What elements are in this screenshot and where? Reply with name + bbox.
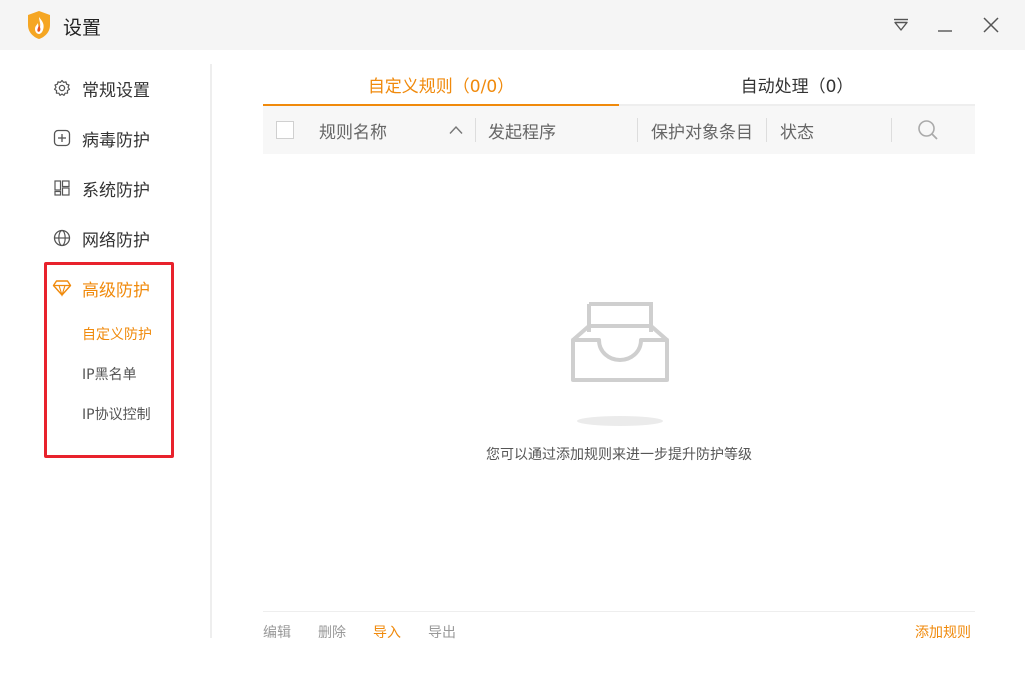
flame-shield-icon xyxy=(26,10,52,40)
title-bar: 设置 xyxy=(0,0,1025,50)
table-header: 规则名称 发起程序 保护对象条目 状态 xyxy=(263,106,975,154)
tab-auto-handling[interactable]: 自动处理（0） xyxy=(619,64,975,104)
column-divider xyxy=(891,118,892,142)
tab-custom-rules[interactable]: 自定义规则（0/0） xyxy=(263,64,619,104)
column-initiator[interactable]: 发起程序 xyxy=(488,106,556,154)
import-button[interactable]: 导入 xyxy=(373,622,401,642)
sidebar-item-general-settings[interactable]: 常规设置 xyxy=(52,73,150,103)
globe-icon xyxy=(52,228,72,248)
tab-bar: 自定义规则（0/0） 自动处理（0） xyxy=(263,64,975,106)
plus-box-icon xyxy=(52,128,72,148)
sidebar-item-label: 系统防护 xyxy=(82,180,150,201)
dropdown-icon[interactable] xyxy=(886,10,916,40)
column-divider xyxy=(637,118,638,142)
sort-ascending-icon[interactable] xyxy=(449,106,463,154)
column-protected-items[interactable]: 保护对象条目 xyxy=(651,106,753,154)
highlight-box xyxy=(44,262,174,458)
search-icon[interactable] xyxy=(917,106,939,154)
gear-icon xyxy=(52,78,72,98)
column-divider xyxy=(475,118,476,142)
empty-state-message: 您可以通过添加规则来进一步提升防护等级 xyxy=(486,447,752,463)
column-divider xyxy=(766,118,767,142)
footer-divider xyxy=(263,611,975,612)
minimize-icon[interactable] xyxy=(930,10,960,40)
window-title: 设置 xyxy=(63,17,102,39)
sidebar-item-virus-protection[interactable]: 病毒防护 xyxy=(52,123,150,153)
sidebar-item-system-protection[interactable]: 系统防护 xyxy=(52,173,150,203)
column-status[interactable]: 状态 xyxy=(780,106,814,154)
sidebar-divider xyxy=(210,64,212,638)
add-rule-button[interactable]: 添加规则 xyxy=(915,622,971,642)
edit-button[interactable]: 编辑 xyxy=(263,622,291,642)
sidebar-item-label: 病毒防护 xyxy=(82,130,150,151)
sidebar-item-label: 常规设置 xyxy=(82,80,150,101)
delete-button[interactable]: 删除 xyxy=(318,622,346,642)
sidebar-item-label: 网络防护 xyxy=(82,230,150,251)
column-rule-name[interactable]: 规则名称 xyxy=(319,106,387,154)
export-button[interactable]: 导出 xyxy=(428,622,456,642)
select-all-checkbox[interactable] xyxy=(276,121,294,139)
empty-tray-icon xyxy=(569,300,671,430)
grid-icon xyxy=(52,178,72,198)
close-icon[interactable] xyxy=(976,10,1006,40)
sidebar-item-network-protection[interactable]: 网络防护 xyxy=(52,223,150,253)
